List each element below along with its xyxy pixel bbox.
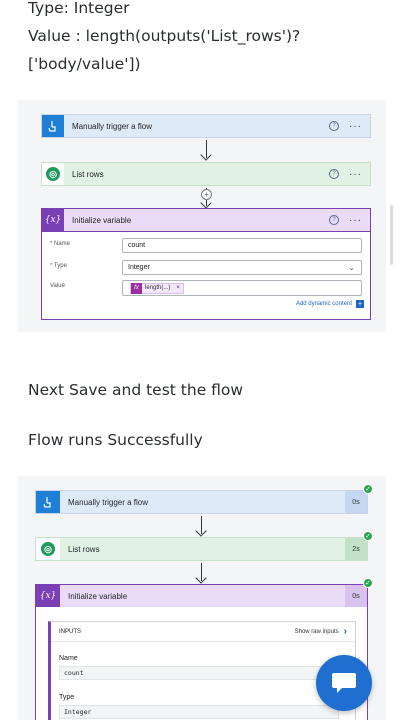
show-raw-inputs-label: Show raw inputs	[294, 628, 339, 635]
success-check-icon: ✓	[363, 484, 373, 494]
expression-token[interactable]: fx length(...) ×	[130, 282, 184, 294]
dataverse-icon-box: ◎	[42, 163, 64, 185]
value-field[interactable]: fx length(...) ×	[122, 280, 362, 296]
help-icon[interactable]: ?	[329, 121, 339, 131]
article-type-line: Type: Integer	[28, 0, 130, 17]
connector-arrow	[201, 563, 202, 581]
run-initialize-variable-details: INPUTS Show raw inputs › Name count Type…	[35, 607, 368, 720]
more-options-icon[interactable]: ···	[349, 215, 362, 226]
initialize-variable-step[interactable]: {x} Initialize variable ? ···	[41, 208, 371, 232]
fx-icon: fx	[131, 282, 142, 294]
remove-token-icon[interactable]: ×	[173, 285, 183, 291]
add-icon: +	[356, 300, 364, 308]
inputs-title: INPUTS	[59, 628, 82, 635]
chat-button[interactable]	[316, 655, 372, 711]
duration-badge: 0s	[345, 491, 367, 513]
article-value-line: Value : length(outputs('List_rows')?['bo…	[28, 27, 301, 73]
dataverse-icon: ◎	[46, 167, 60, 181]
dataverse-icon-box: ◎	[36, 538, 60, 560]
inputs-panel: INPUTS Show raw inputs › Name count Type…	[48, 621, 356, 720]
flow-editor-screenshot: Manually trigger a flow ? ··· ◎ List row…	[18, 100, 386, 332]
type-output-label: Type	[59, 694, 75, 701]
article-success-line: Flow runs Successfully	[28, 431, 203, 449]
duration-badge: 2s	[345, 538, 367, 560]
run-trigger-label: Manually trigger a flow	[68, 497, 149, 507]
trigger-step-label: Manually trigger a flow	[72, 121, 153, 131]
type-dropdown[interactable]: Integer ⌄	[122, 260, 362, 275]
run-initialize-variable-label: Initialize variable	[68, 591, 128, 601]
type-output-value: Integer	[59, 705, 339, 719]
list-rows-step-label: List rows	[72, 169, 104, 179]
initialize-variable-form: * Name count * Type Integer ⌄ Value fx l…	[41, 232, 371, 320]
run-trigger-step[interactable]: Manually trigger a flow 0s ✓	[35, 484, 373, 514]
add-dynamic-content-label: Add dynamic content	[295, 301, 352, 307]
chevron-right-icon: ›	[343, 626, 347, 637]
initialize-variable-label: Initialize variable	[72, 215, 132, 225]
success-check-icon: ✓	[363, 531, 373, 541]
name-output-value: count	[59, 666, 339, 680]
run-list-rows-step[interactable]: ◎ List rows 2s ✓	[35, 531, 373, 561]
name-field[interactable]: count	[122, 238, 362, 253]
show-raw-inputs-link[interactable]: Show raw inputs ›	[295, 626, 347, 637]
hand-touch-icon	[42, 115, 64, 137]
run-initialize-variable-step[interactable]: {x} Initialize variable 0s ✓	[35, 578, 373, 608]
success-check-icon: ✓	[363, 578, 373, 588]
variable-icon: {x}	[36, 585, 60, 607]
chat-bubble-icon	[332, 673, 356, 693]
hand-touch-icon	[36, 491, 60, 513]
connector-arrow	[206, 140, 207, 158]
connector-arrow	[201, 516, 202, 534]
article-save-line: Next Save and test the flow	[28, 381, 244, 399]
name-field-label: * Name	[50, 241, 71, 247]
scroll-indicator[interactable]	[390, 205, 393, 265]
name-output-label: Name	[59, 655, 78, 662]
help-icon[interactable]: ?	[329, 169, 339, 179]
type-dropdown-value: Integer	[128, 264, 150, 271]
chevron-down-icon: ⌄	[348, 263, 355, 272]
dataverse-icon: ◎	[41, 542, 55, 556]
add-dynamic-content-link[interactable]: Add dynamic content +	[296, 300, 364, 308]
type-field-label: * Type	[50, 263, 67, 269]
more-options-icon[interactable]: ···	[349, 121, 362, 132]
duration-badge: 0s	[345, 585, 367, 607]
value-field-label: Value	[50, 283, 65, 289]
help-icon[interactable]: ?	[329, 215, 339, 225]
expression-token-label: length(...)	[145, 285, 171, 291]
run-list-rows-label: List rows	[68, 544, 100, 554]
inputs-header: INPUTS Show raw inputs ›	[51, 622, 355, 642]
list-rows-step[interactable]: ◎ List rows ? ···	[41, 162, 371, 186]
insert-step-icon[interactable]: +	[201, 189, 212, 200]
more-options-icon[interactable]: ···	[349, 169, 362, 180]
trigger-step[interactable]: Manually trigger a flow ? ···	[41, 114, 371, 138]
variable-icon: {x}	[42, 209, 64, 231]
